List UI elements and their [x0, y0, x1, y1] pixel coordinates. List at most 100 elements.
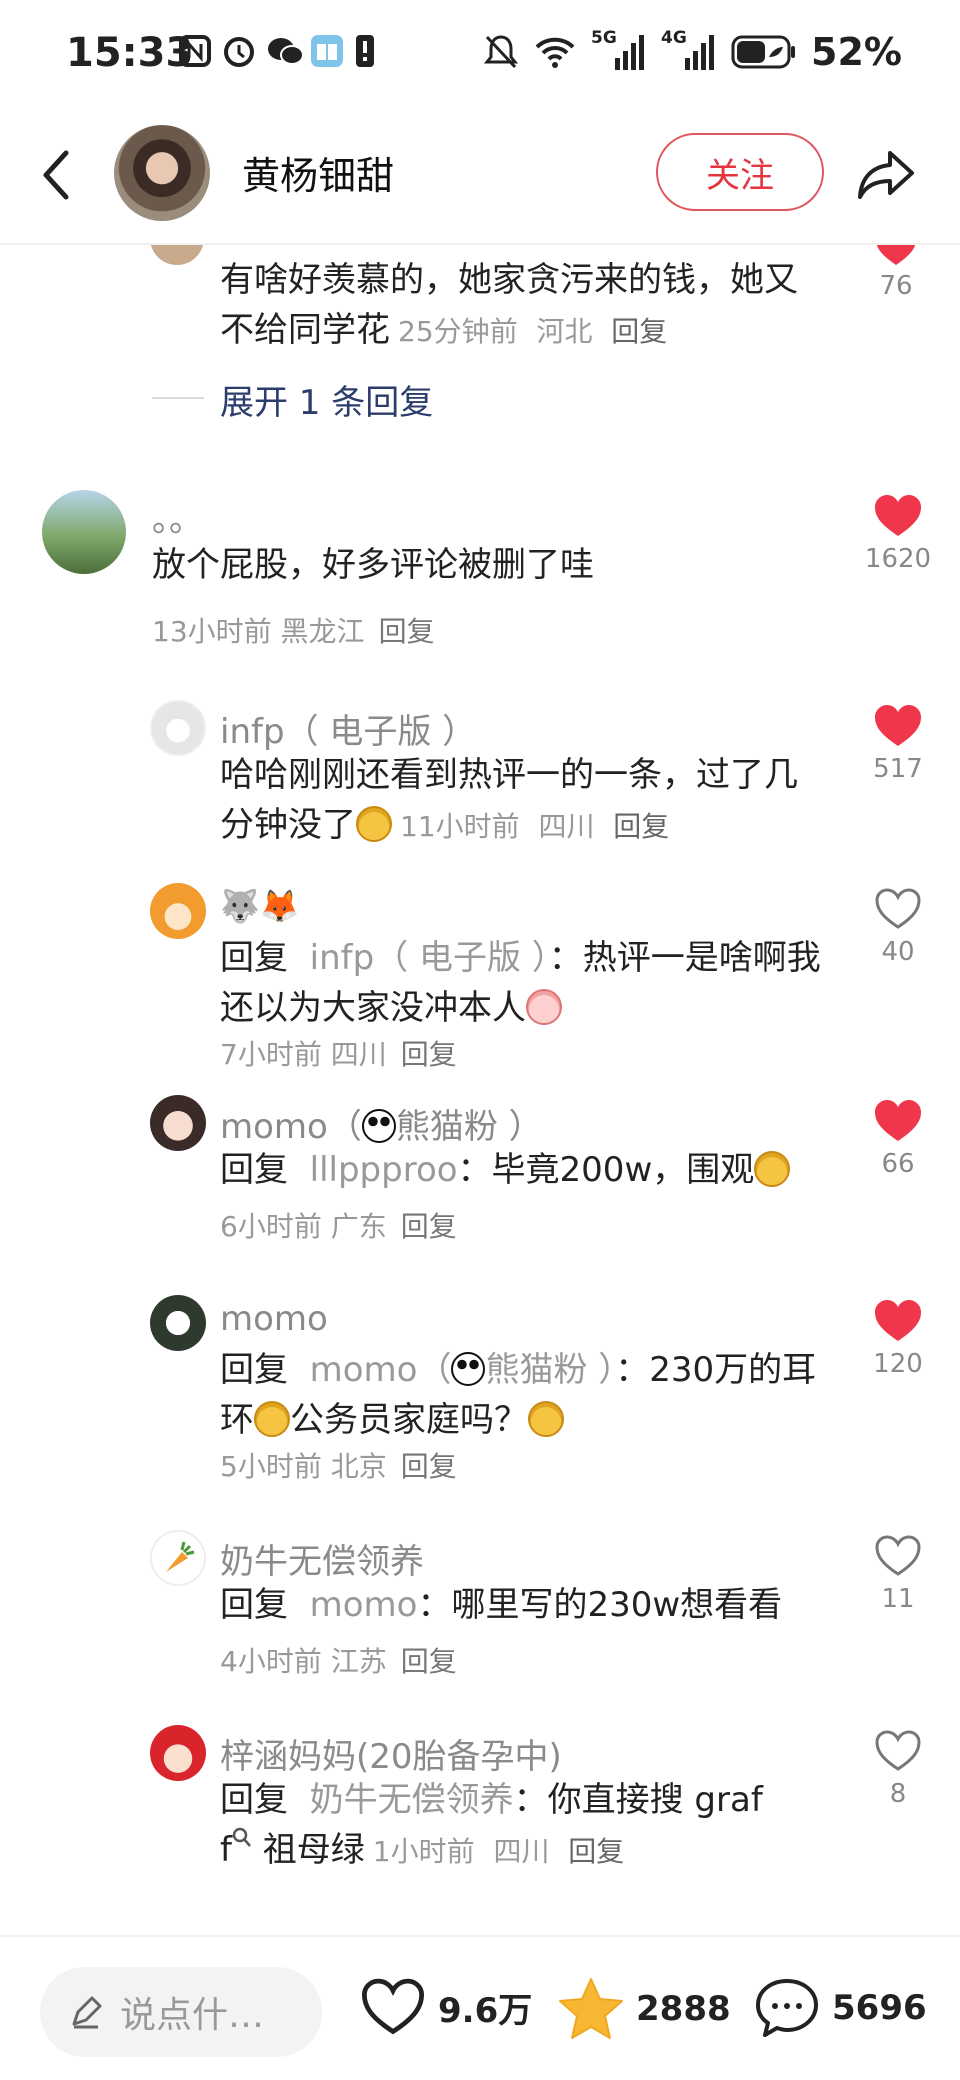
reply-target[interactable]: 奶牛无偿领养	[310, 1780, 514, 1820]
like-button[interactable]: 517	[856, 704, 940, 784]
comment-input-placeholder: 说点什…	[120, 1995, 265, 2036]
comment-text: 放个屁股，好多评论被删了哇	[152, 545, 594, 585]
wifi-icon	[535, 37, 575, 68]
comment-input[interactable]: 说点什…	[40, 1967, 322, 2057]
reply-button[interactable]: 回复	[613, 810, 669, 843]
like-button[interactable]: 66	[856, 1099, 940, 1179]
comment-username[interactable]: infp（ 电子版 ）	[220, 704, 476, 753]
like-button[interactable]: 40	[856, 887, 940, 967]
comment-text: 回复 infp（ 电子版 ）：热评一是啥啊我还以为大家没冲本人	[220, 938, 821, 1028]
heart-outline-icon	[875, 1730, 921, 1771]
alert-icon	[354, 34, 388, 68]
carrot-icon	[166, 1541, 195, 1572]
comment-text: 回复 奶牛无偿领养：你直接搜 graf f 祖母绿 1小时前 四川 回复	[220, 1780, 763, 1870]
heart-filled-icon	[875, 705, 921, 746]
search-icon	[232, 1827, 251, 1847]
reply-item: momo 回复 momo（ 熊猫粉 ）：230万的耳环 公务员家庭吗？ 5小时前 北…	[0, 1295, 960, 1483]
emoji-icon	[356, 806, 392, 842]
avatar[interactable]	[150, 700, 206, 756]
signal-5g: 5G	[591, 28, 647, 72]
reply-item: 🐺🦊 回复 infp（ 电子版 ）：热评一是啥啊我还以为大家没冲本人 7小时前 …	[0, 883, 960, 1071]
comment-text: 有啥好羡慕的，她家贪污来的钱，她又不给同学花 25分钟前 河北 回复	[220, 260, 798, 350]
comments-button[interactable]: 5696	[754, 1977, 927, 2039]
comment-bubble-icon	[756, 1979, 818, 2037]
author-avatar[interactable]	[114, 125, 210, 221]
reply-item: 梓涵妈妈(20胎备孕中) 回复 奶牛无偿领养：你直接搜 graf f 祖母绿 1小时…	[0, 1725, 960, 1925]
back-arrow-icon[interactable]	[36, 145, 76, 205]
book-app-icon	[310, 34, 344, 68]
comment-item: 。。 放个屁股，好多评论被删了哇 13小时前 黑龙江 回复 1620	[0, 490, 960, 650]
comment-total: 5696	[832, 1988, 927, 2028]
reply-button[interactable]: 回复	[401, 1450, 457, 1483]
avatar[interactable]	[42, 490, 126, 574]
comment-text: 回复 lllppproo：毕竟200w，围观	[220, 1145, 830, 1195]
avatar[interactable]	[150, 245, 204, 265]
avatar[interactable]	[150, 1530, 206, 1586]
follow-button[interactable]: 关注	[656, 133, 824, 211]
heart-outline-icon	[875, 1535, 921, 1576]
battery-percent: 52%	[811, 30, 902, 74]
like-button[interactable]: 11	[856, 1534, 940, 1614]
comment-username[interactable]: 梓涵妈妈(20胎备孕中)	[220, 1729, 562, 1778]
comment-item: 有啥好羡慕的，她家贪污来的钱，她又不给同学花 25分钟前 河北 回复 76 展开 …	[0, 245, 960, 425]
share-icon[interactable]	[856, 147, 916, 201]
heart-outline-icon	[361, 1978, 425, 2035]
comment-username[interactable]: 。。	[152, 492, 203, 541]
reply-target[interactable]: infp（ 电子版 ）	[310, 938, 549, 978]
expand-replies-link[interactable]: 展开 1 条回复	[151, 375, 433, 424]
header: 黄杨钿甜 关注	[0, 105, 960, 245]
alarm-icon	[222, 34, 256, 68]
favorite-total: 2888	[636, 1989, 731, 2029]
comment-meta: 5小时前 北京 回复	[220, 1450, 457, 1483]
reply-item: momo（ 熊猫粉 ） 回复 lllppproo：毕竟200w，围观 6小时前 广…	[0, 1095, 960, 1255]
reply-target[interactable]: momo	[310, 1585, 418, 1625]
status-left-icons	[178, 34, 388, 68]
bottom-action-bar: 说点什… 9.6万 2888 5696	[0, 1935, 960, 2080]
comment-text: 回复 momo（ 熊猫粉 ）：230万的耳环 公务员家庭吗？	[220, 1350, 817, 1440]
favorite-button[interactable]: 2888	[558, 1977, 731, 2041]
avatar[interactable]	[150, 883, 206, 939]
reply-target[interactable]: lllppproo	[310, 1150, 458, 1190]
author-name[interactable]: 黄杨钿甜	[242, 145, 394, 200]
status-time: 15:33	[66, 30, 194, 76]
reply-button[interactable]: 回复	[401, 1210, 457, 1243]
heart-filled-icon	[875, 1300, 921, 1341]
like-button[interactable]: 8	[856, 1729, 940, 1809]
reply-target[interactable]: momo（ 熊猫粉 ）	[310, 1350, 616, 1390]
comment-meta: 4小时前 江苏 回复	[220, 1645, 457, 1678]
status-bar: 15:33 5G 4G 52%	[0, 0, 960, 105]
like-button[interactable]: 1620	[856, 494, 940, 574]
pencil-icon	[72, 1996, 102, 2029]
comment-text: 回复 momo：哪里写的230w想看看	[220, 1585, 783, 1625]
avatar[interactable]	[150, 1725, 206, 1781]
signal-4g: 4G	[661, 28, 717, 72]
reply-item: infp（ 电子版 ） 哈哈刚刚还看到热评一的一条，过了几分钟没了 11小时前 四…	[0, 700, 960, 845]
heart-filled-icon	[875, 1100, 921, 1141]
like-total-button[interactable]: 9.6万	[360, 1977, 532, 2037]
comment-username[interactable]: momo（ 熊猫粉 ）	[220, 1099, 543, 1148]
reply-button[interactable]: 回复	[379, 615, 435, 648]
nfc-icon	[178, 34, 212, 68]
wechat-icon	[266, 34, 304, 68]
avatar[interactable]	[150, 1295, 206, 1351]
panda-icon	[451, 1352, 486, 1386]
crying-emoji-icon	[526, 989, 562, 1025]
avatar[interactable]	[150, 1095, 206, 1151]
emoji-icon	[754, 1151, 791, 1187]
reply-button[interactable]: 回复	[401, 1645, 457, 1678]
reply-button[interactable]: 回复	[401, 1038, 457, 1071]
heart-filled-icon	[876, 245, 916, 265]
heart-outline-icon	[875, 888, 921, 929]
comment-text: 哈哈刚刚还看到热评一的一条，过了几分钟没了 11小时前 四川 回复	[220, 755, 798, 845]
comment-username[interactable]: momo	[220, 1299, 328, 1339]
comment-username[interactable]: 🐺🦊	[220, 887, 300, 925]
like-button[interactable]: 76	[856, 245, 936, 301]
like-button[interactable]: 120	[856, 1299, 940, 1379]
panda-icon	[361, 1109, 396, 1143]
comment-username[interactable]: 奶牛无偿领养	[220, 1534, 424, 1583]
reply-button[interactable]: 回复	[568, 1835, 624, 1868]
like-total: 9.6万	[438, 1990, 533, 2031]
status-right: 5G 4G 52%	[483, 28, 902, 74]
reply-item: 奶牛无偿领养 回复 momo：哪里写的230w想看看 4小时前 江苏 回复 11	[0, 1530, 960, 1680]
reply-button[interactable]: 回复	[611, 315, 667, 348]
